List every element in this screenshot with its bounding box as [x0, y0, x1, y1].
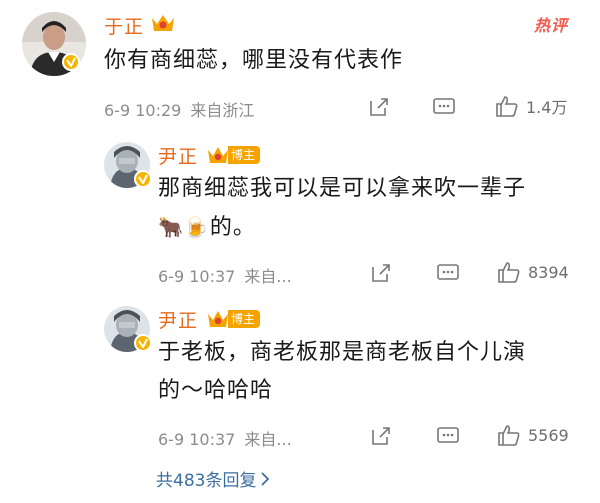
badge-label: 博主 [228, 146, 261, 164]
verified-icon [134, 170, 152, 188]
like-count: 5569 [528, 425, 569, 445]
like-button[interactable]: 5569 [496, 423, 569, 447]
comment-time: 6-9 10:37 来自... [158, 263, 292, 287]
thumbs-up-icon [498, 425, 520, 446]
like-count: 1.4万 [526, 98, 568, 117]
comment-date: 6-9 10:37 [158, 430, 236, 449]
comment-text: 于老板，商老板那是商老板自个儿演 的～哈哈哈 [158, 334, 526, 410]
more-replies-label: 共483条回复 [156, 471, 257, 491]
thumbs-up-icon [496, 96, 518, 117]
crown-icon [208, 311, 228, 327]
comment-text-line: 的～哈哈哈 [158, 378, 274, 403]
comment-text-tail: 的。 [209, 215, 256, 240]
comment-location: 来自... [244, 267, 292, 286]
commenter-name[interactable]: 尹正 [158, 142, 198, 169]
comment-text-line: 于老板，商老板那是商老板自个儿演 [158, 340, 527, 365]
more-replies-link[interactable]: 共483条回复 [156, 466, 270, 491]
comment-time: 6-9 10:29 来自浙江 [104, 97, 254, 121]
hot-comment-label: 热评 [534, 16, 569, 35]
crown-icon [150, 12, 176, 38]
comment-location: 来自浙江 [190, 101, 255, 120]
blogger-badge: 博主 [206, 308, 261, 330]
comment-text-line: 🐂🍺的。 [158, 208, 526, 247]
commenter-name[interactable]: 于正 [104, 12, 144, 39]
blogger-badge: 博主 [206, 144, 261, 166]
thumbs-up-icon [498, 262, 520, 283]
comment-button[interactable] [436, 425, 460, 447]
comment-location: 来自... [244, 430, 292, 449]
comment-button[interactable] [436, 262, 460, 284]
commenter-name[interactable]: 尹正 [158, 306, 198, 333]
share-button[interactable] [368, 96, 390, 118]
verified-icon [62, 53, 80, 71]
comment-date: 6-9 10:37 [158, 267, 236, 286]
comment-date: 6-9 10:29 [104, 101, 182, 120]
share-button[interactable] [370, 425, 392, 447]
share-button[interactable] [370, 262, 392, 284]
comment-icon [437, 264, 459, 280]
emoji: 🐂🍺 [158, 215, 210, 239]
like-button[interactable]: 1.4万 [494, 94, 567, 118]
comment-icon [437, 427, 459, 443]
badge-label: 博主 [228, 310, 261, 328]
comment-text: 那商细蕊我可以是可以拿来吹一辈子 🐂🍺的。 [158, 170, 526, 247]
share-icon [372, 264, 390, 282]
like-count: 8394 [528, 262, 569, 282]
verified-icon [134, 334, 152, 352]
comment-icon [433, 98, 455, 114]
comment-time: 6-9 10:37 来自... [158, 426, 292, 450]
comment-button[interactable] [432, 96, 456, 118]
comment-text: 你有商细蕊，哪里没有代表作 [104, 48, 404, 73]
crown-icon [208, 147, 228, 163]
chevron-right-icon [261, 471, 270, 486]
like-button[interactable]: 8394 [496, 260, 569, 284]
share-icon [370, 98, 388, 116]
comment-text-line: 那商细蕊我可以是可以拿来吹一辈子 [158, 176, 527, 201]
share-icon [372, 427, 390, 445]
